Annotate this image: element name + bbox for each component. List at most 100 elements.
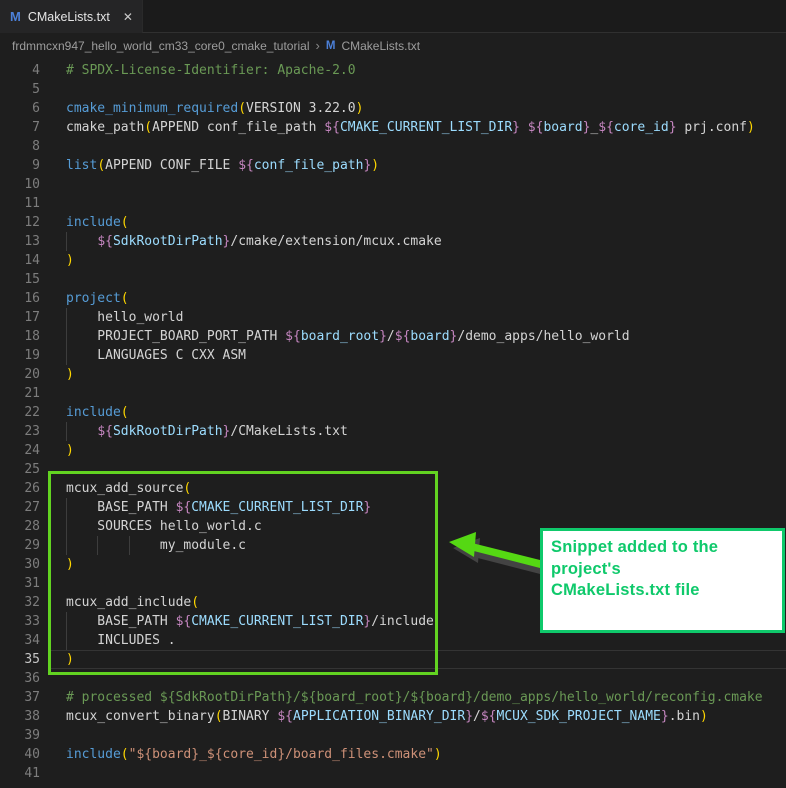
code-line[interactable]: 34 INCLUDES . — [0, 631, 786, 650]
code-line[interactable]: 30) — [0, 555, 786, 574]
code-token: } — [668, 120, 677, 135]
line-number: 23 — [24, 424, 40, 439]
code-line[interactable]: 12 include( — [0, 213, 786, 232]
code-line[interactable]: 14) — [0, 251, 786, 270]
code-token: VERSION 3.22.0 — [246, 101, 356, 116]
code-text: LANGUAGES C CXX ASM — [66, 346, 246, 365]
cmake-file-icon: M — [325, 39, 336, 52]
code-text: ) — [66, 650, 74, 669]
code-token: ) — [66, 253, 74, 268]
code-text: cmake_path(APPEND conf_file_path ${CMAKE… — [66, 118, 755, 137]
code-token: LANGUAGES C CXX ASM — [66, 348, 247, 363]
code-token: } — [660, 709, 669, 724]
code-text: ) — [66, 251, 74, 270]
line-number: 8 — [32, 139, 40, 154]
code-line[interactable]: 13 ${SdkRootDirPath}/cmake/extension/mcu… — [0, 232, 786, 251]
code-token: ( — [97, 158, 106, 173]
code-line[interactable]: 36 — [0, 669, 786, 688]
line-number: 30 — [24, 557, 40, 572]
code-line[interactable]: 32 mcux_add_include( — [0, 593, 786, 612]
code-line[interactable]: 10 — [0, 175, 786, 194]
code-token: SOURCES hello_world.c — [66, 519, 262, 534]
line-number: 17 — [24, 310, 40, 325]
code-token: CMAKE_CURRENT_LIST_DIR — [191, 500, 364, 515]
tab-cmakelists[interactable]: M CMakeLists.txt ✕ — [0, 0, 142, 33]
line-number: 38 — [24, 709, 40, 724]
breadcrumb: frdmmcxn947_hello_world_cm33_core0_cmake… — [0, 33, 786, 58]
code-line[interactable]: 5 — [0, 80, 786, 99]
code-line[interactable]: 24) — [0, 441, 786, 460]
code-text: BASE_PATH ${CMAKE_CURRENT_LIST_DIR} — [66, 498, 371, 517]
code-token: ( — [214, 709, 223, 724]
code-line[interactable]: 9 list(APPEND CONF_FILE ${conf_file_path}… — [0, 156, 786, 175]
line-number: 41 — [24, 766, 40, 781]
code-line[interactable]: 7 cmake_path(APPEND conf_file_path ${CMAK… — [0, 118, 786, 137]
code-token: ${ — [598, 120, 614, 135]
line-number: 7 — [32, 120, 40, 135]
code-line[interactable]: 38 mcux_convert_binary(BINARY ${APPLICATI… — [0, 707, 786, 726]
code-line[interactable]: 6 cmake_minimum_required(VERSION 3.22.0) — [0, 99, 786, 118]
code-line[interactable]: 33 BASE_PATH ${CMAKE_CURRENT_LIST_DIR}/i… — [0, 612, 786, 631]
code-token: ( — [120, 215, 129, 230]
code-token: ) — [355, 101, 364, 116]
line-number: 35 — [24, 652, 40, 667]
code-line[interactable]: 40 include("${board}_${core_id}/board_fil… — [0, 745, 786, 764]
code-line[interactable]: 28 SOURCES hello_world.c — [0, 517, 786, 536]
code-line[interactable]: 27 BASE_PATH ${CMAKE_CURRENT_LIST_DIR} — [0, 498, 786, 517]
code-line[interactable]: 37 # processed ${SdkRootDirPath}/${board_… — [0, 688, 786, 707]
line-number: 21 — [24, 386, 40, 401]
line-number: 11 — [24, 196, 40, 211]
code-line[interactable]: 22 include( — [0, 403, 786, 422]
code-token: project — [66, 291, 121, 306]
code-token: ) — [66, 557, 74, 572]
code-token: /demo_apps/hello_world — [457, 329, 630, 344]
code-line[interactable]: 26 mcux_add_source( — [0, 479, 786, 498]
code-line[interactable]: 21 — [0, 384, 786, 403]
code-token: include — [66, 215, 121, 230]
code-line[interactable]: 39 — [0, 726, 786, 745]
code-token: mcux_add_source — [66, 481, 184, 496]
code-token: ${ — [285, 329, 301, 344]
code-line[interactable]: 16 project( — [0, 289, 786, 308]
tab-bar: M CMakeLists.txt ✕ — [0, 0, 786, 33]
breadcrumb-file[interactable]: CMakeLists.txt — [341, 39, 420, 53]
line-number: 33 — [24, 614, 40, 629]
code-token: mcux_convert_binary — [66, 709, 215, 724]
code-editor[interactable]: 4 # SPDX-License-Identifier: Apache-2.0 5 6… — [0, 58, 786, 783]
code-area: 4 # SPDX-License-Identifier: Apache-2.0 5 6… — [0, 61, 786, 783]
close-icon[interactable]: ✕ — [123, 10, 133, 24]
code-line[interactable]: 8 — [0, 137, 786, 156]
code-line[interactable]: 20) — [0, 365, 786, 384]
code-token: /include — [371, 614, 434, 629]
code-line[interactable]: 41 — [0, 764, 786, 783]
code-text: hello_world — [66, 308, 183, 327]
code-token: board — [410, 329, 450, 344]
code-text: cmake_minimum_required(VERSION 3.22.0) — [66, 99, 363, 118]
code-line[interactable]: 19 LANGUAGES C CXX ASM — [0, 346, 786, 365]
code-token: APPEND CONF_FILE — [105, 158, 239, 173]
code-token: cmake_minimum_required — [66, 101, 239, 116]
line-number: 19 — [24, 348, 40, 363]
line-number: 4 — [32, 63, 40, 78]
code-line[interactable]: 18 PROJECT_BOARD_PORT_PATH ${board_root}… — [0, 327, 786, 346]
cmake-file-icon: M — [10, 9, 21, 24]
code-token: ( — [238, 101, 247, 116]
code-token: ${ — [394, 329, 411, 344]
code-token: APPLICATION_BINARY_DIR — [293, 709, 466, 724]
code-text: project( — [66, 289, 129, 308]
code-line[interactable]: 15 — [0, 270, 786, 289]
code-line[interactable]: 4 # SPDX-License-Identifier: Apache-2.0 — [0, 61, 786, 80]
code-line[interactable]: 17 hello_world — [0, 308, 786, 327]
code-line[interactable]: 23 ${SdkRootDirPath}/CMakeLists.txt — [0, 422, 786, 441]
code-line[interactable]: 31 — [0, 574, 786, 593]
code-token: CMAKE_CURRENT_LIST_DIR — [191, 614, 364, 629]
code-token: APPEND conf_file_path — [152, 120, 325, 135]
code-line[interactable]: 29 my_module.c — [0, 536, 786, 555]
code-line[interactable]: 11 — [0, 194, 786, 213]
code-line[interactable]: 35) — [0, 650, 786, 669]
code-token: cmake_path — [66, 120, 145, 135]
code-token: ${ — [97, 424, 113, 439]
code-token: BASE_PATH — [66, 500, 176, 515]
breadcrumb-folder[interactable]: frdmmcxn947_hello_world_cm33_core0_cmake… — [12, 39, 310, 53]
code-line[interactable]: 25 — [0, 460, 786, 479]
